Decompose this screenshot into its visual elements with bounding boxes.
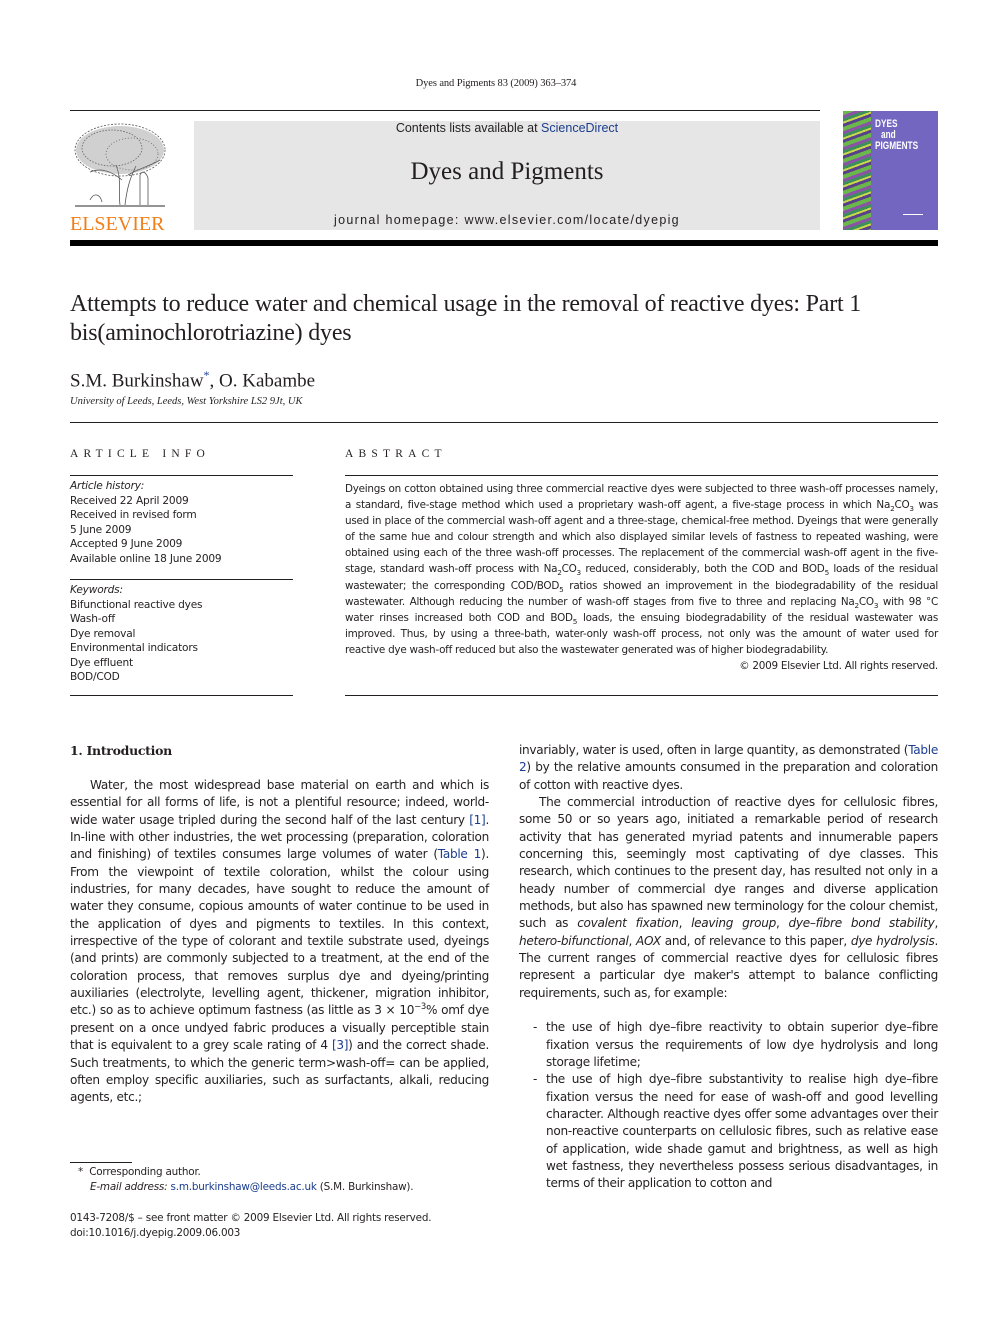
list-item: - the use of high dye–fibre substantivity… [533, 1072, 938, 1191]
body-paragraph: The commercial introduction of reactive … [519, 795, 939, 1000]
list-item: - the use of high dye–fibre reactivity to… [533, 1020, 938, 1069]
copyright-notice: © 2009 Elsevier Ltd. All rights reserved… [739, 660, 938, 673]
history-entry: Accepted 9 June 2009 [70, 538, 183, 550]
author-name[interactable]: S.M. Burkinshaw [70, 370, 204, 391]
footnote-rule [70, 1162, 132, 1163]
header-thick-rule [70, 240, 938, 246]
history-entry: 5 June 2009 [70, 523, 132, 536]
author-separator: , [209, 370, 220, 392]
section-heading-introduction: 1. Introduction [70, 743, 172, 758]
keyword: Dye effluent [70, 656, 133, 669]
issn-line: 0143-7208/$ – see front matter © 2009 El… [70, 1212, 432, 1224]
keyword: Bifunctional reactive dyes [70, 598, 203, 611]
cover-sciencedirect-mark [903, 211, 931, 219]
article-history-label: Article history: [70, 480, 145, 492]
sciencedirect-link[interactable]: ScienceDirect [541, 121, 618, 135]
journal-homepage-link[interactable]: journal homepage: www.elsevier.com/locat… [194, 213, 820, 228]
article-title: Attempts to reduce water and chemical us… [70, 291, 862, 346]
history-entry: Received in revised form [70, 509, 197, 521]
cover-art [843, 111, 871, 230]
abstract-paragraph: Dyeings on cotton obtained using three c… [345, 483, 939, 656]
journal-banner: Contents lists available at ScienceDirec… [194, 121, 820, 230]
journal-citation: Dyes and Pigments 83 (2009) 363–374 [415, 78, 577, 89]
email-link[interactable]: s.m.burkinshaw@leeds.ac.uk [171, 1181, 317, 1193]
abstract-heading: ABSTRACT [345, 448, 447, 460]
contents-line: Contents lists available at ScienceDirec… [194, 121, 820, 136]
table-link[interactable]: Table 1 [438, 847, 482, 861]
footnote-email: E-mail address: s.m.burkinshaw@leeds.ac.… [90, 1181, 414, 1193]
keywords: Keywords: Bifunctional reactive dyes Was… [70, 583, 294, 685]
body-paragraph: invariably, water is used, often in larg… [519, 743, 938, 792]
body-left-column: Water, the most widespread base material… [70, 777, 489, 1107]
keyword: Dye removal [70, 627, 136, 640]
author-list: S.M. Burkinshaw*, O. Kabambe [70, 363, 315, 393]
keywords-label: Keywords: [70, 584, 123, 596]
abstract-body: Dyeings on cotton obtained using three c… [345, 481, 938, 674]
article-info-rule [70, 475, 293, 476]
keyword: BOD/COD [70, 671, 120, 683]
history-entry: Received 22 April 2009 [70, 494, 189, 507]
journal-cover-thumbnail[interactable]: DYES and PIGMENTS [843, 111, 938, 230]
article-info-rule [70, 695, 293, 696]
header-rule [70, 110, 820, 111]
imprint: 0143-7208/$ – see front matter © 2009 El… [70, 1211, 432, 1241]
requirements-list: - the use of high dye–fibre reactivity to… [519, 1019, 938, 1192]
footnote-corresponding: * Corresponding author. [78, 1166, 201, 1178]
article-info-heading: ARTICLE INFO [70, 448, 210, 460]
elsevier-tree-icon [74, 123, 166, 207]
section-divider [70, 422, 938, 423]
elsevier-logo[interactable]: ELSEVIER [70, 120, 172, 235]
journal-title: Dyes and Pigments [410, 158, 604, 185]
body-paragraph: Water, the most widespread base material… [70, 778, 489, 1105]
abstract-rule [345, 475, 938, 476]
contents-prefix: Contents lists available at [395, 121, 542, 135]
abstract-rule [345, 695, 938, 696]
body-right-column: invariably, water is used, often in larg… [519, 742, 938, 1193]
footnote: * Corresponding author. E-mail address: … [78, 1165, 414, 1195]
author-name[interactable]: O. Kabambe [219, 370, 315, 391]
cover-title: DYES and PIGMENTS [875, 119, 918, 152]
affiliation: University of Leeds, Leeds, West Yorkshi… [70, 396, 303, 407]
reference-link[interactable]: [3] [332, 1038, 349, 1052]
keyword: Environmental indicators [70, 642, 198, 654]
doi-link[interactable]: doi:10.1016/j.dyepig.2009.06.003 [70, 1226, 431, 1241]
elsevier-wordmark: ELSEVIER [70, 213, 165, 235]
keyword: Wash-off [70, 613, 115, 625]
history-entry: Available online 18 June 2009 [70, 552, 222, 565]
reference-link[interactable]: [1] [469, 813, 486, 827]
article-info-rule [70, 579, 293, 580]
cover-title-line: PIGMENTS [875, 140, 919, 152]
article-history: Article history: Received 22 April 2009 … [70, 479, 294, 566]
